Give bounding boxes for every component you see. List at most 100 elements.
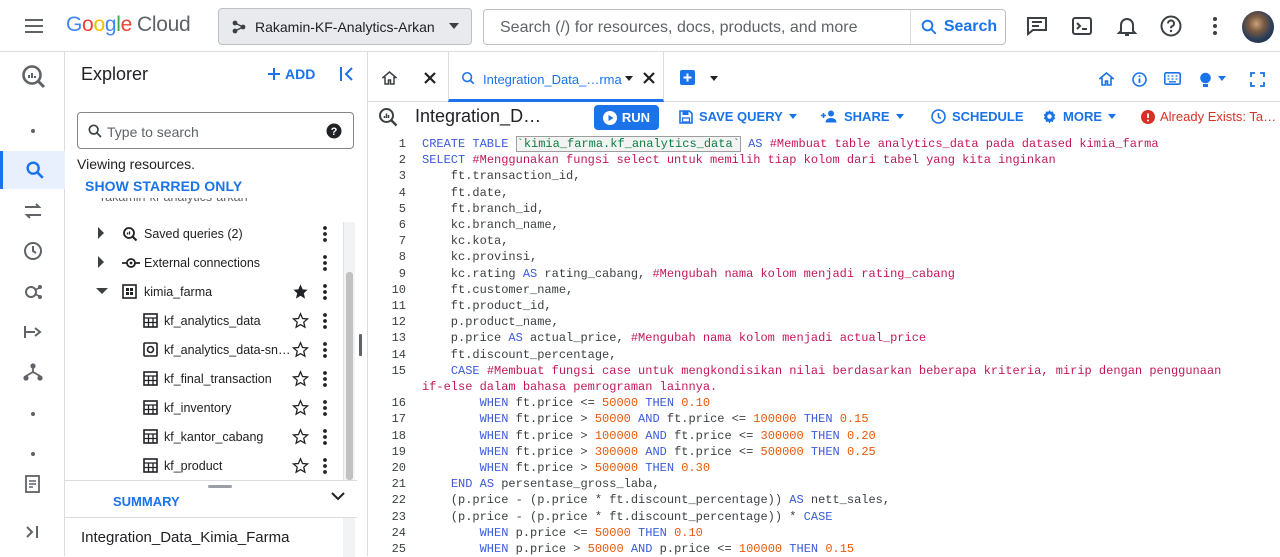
code-line[interactable]: 12 p.product_name, <box>368 314 1280 330</box>
run-button[interactable]: RUN <box>594 105 659 130</box>
analytics-hub-icon[interactable] <box>21 280 45 304</box>
tree-row-table[interactable]: kf_final_transaction <box>65 364 345 393</box>
code-line[interactable]: 18 WHEN ft.price > 100000 AND ft.price <… <box>368 428 1280 444</box>
star-filled-icon[interactable] <box>292 283 309 300</box>
add-button[interactable]: ADD <box>267 66 315 82</box>
help-icon[interactable] <box>1159 14 1183 38</box>
code-line[interactable]: 1 CREATE TABLE `kimia_farma.kf_analytics_… <box>368 136 1280 152</box>
tree-row-project[interactable]: rakamin-kf-analytics-arkan <box>65 198 345 211</box>
query-error-status[interactable]: Already Exists: Ta… <box>1141 109 1276 124</box>
drag-handle[interactable] <box>208 485 232 488</box>
star-outline-icon[interactable] <box>292 312 309 329</box>
star-outline-icon[interactable] <box>292 457 309 474</box>
code-line[interactable]: 9 kc.rating AS rating_cabang, #Mengubah … <box>368 266 1280 282</box>
pipeline-icon[interactable] <box>21 320 45 344</box>
tree-row-table[interactable]: kf_inventory <box>65 393 345 422</box>
star-outline-icon[interactable] <box>292 341 309 358</box>
info-icon[interactable] <box>1132 72 1147 87</box>
expand-icon[interactable] <box>21 520 45 544</box>
close-icon[interactable] <box>424 72 436 84</box>
more-vert-icon[interactable] <box>321 399 329 417</box>
notes-icon[interactable] <box>21 472 45 496</box>
save-query-button[interactable]: SAVE QUERY <box>679 109 797 124</box>
fullscreen-icon[interactable] <box>1250 72 1265 87</box>
sql-editor[interactable]: 1 CREATE TABLE `kimia_farma.kf_analytics_… <box>368 134 1280 556</box>
terminal-icon[interactable] <box>1070 14 1094 38</box>
star-outline-icon[interactable] <box>292 370 309 387</box>
transfer-icon[interactable] <box>21 199 45 223</box>
project-selector[interactable]: Rakamin-KF-Analytics-Arkan <box>218 8 472 45</box>
avatar[interactable] <box>1242 11 1274 43</box>
code-line[interactable]: 6 kc.branch_name, <box>368 217 1280 233</box>
chevron-down-icon[interactable] <box>625 76 633 81</box>
more-vert-icon[interactable] <box>321 312 329 330</box>
chevron-down-icon[interactable] <box>96 287 108 295</box>
star-outline-icon[interactable] <box>292 399 309 416</box>
tab-query[interactable]: Integration_Data_…rma <box>448 52 664 102</box>
search-button[interactable]: Search <box>910 10 1006 44</box>
code-line[interactable]: 14 ft.discount_percentage, <box>368 347 1280 363</box>
code-line[interactable]: if-else dalam bahasa pemrograman lainnya… <box>368 379 1280 395</box>
bigquery-logo-icon[interactable] <box>21 64 46 89</box>
home-icon[interactable] <box>382 71 397 85</box>
graph-icon[interactable] <box>21 360 45 384</box>
more-vert-icon[interactable] <box>321 225 329 243</box>
more-button[interactable]: MORE <box>1042 109 1116 124</box>
code-line[interactable]: 23 (p.price - (p.price * ft.discount_per… <box>368 509 1280 525</box>
more-vert-icon[interactable] <box>321 341 329 359</box>
keyboard-icon[interactable] <box>1164 72 1181 85</box>
code-line[interactable]: 3 ft.transaction_id, <box>368 168 1280 184</box>
code-line[interactable]: 7 kc.kota, <box>368 233 1280 249</box>
bell-icon[interactable] <box>1115 14 1139 38</box>
code-line[interactable]: 22 (p.price - (p.price * ft.discount_per… <box>368 492 1280 508</box>
chevron-down-icon[interactable] <box>331 492 345 501</box>
code-line[interactable]: 16 WHEN ft.price <= 50000 THEN 0.10 <box>368 395 1280 411</box>
collapse-panel-icon[interactable] <box>337 64 357 84</box>
more-vert-icon[interactable] <box>321 457 329 475</box>
explorer-search-input[interactable]: Type to search <box>107 124 199 140</box>
code-line[interactable]: 13 p.price AS actual_price, #Mengubah na… <box>368 330 1280 346</box>
code-line[interactable]: 24 WHEN p.price <= 50000 THEN 0.10 <box>368 525 1280 541</box>
help-icon[interactable]: ? <box>326 123 342 139</box>
code-line[interactable]: 2 SELECT #Menggunakan fungsi select untuk… <box>368 152 1280 168</box>
chevron-right-icon[interactable] <box>97 256 105 268</box>
tree-scrollbar[interactable] <box>343 222 355 480</box>
more-vert-icon[interactable] <box>321 370 329 388</box>
search-input[interactable]: Search (/) for resources, docs, products… <box>500 19 857 37</box>
show-starred-toggle[interactable]: SHOW STARRED ONLY <box>85 178 242 194</box>
code-line[interactable]: 25 WHEN p.price > 50000 AND p.price <= 1… <box>368 541 1280 556</box>
more-vert-icon[interactable] <box>1203 14 1227 38</box>
tree-row-table[interactable]: kf_analytics_data-sn… <box>65 335 345 364</box>
more-vert-icon[interactable] <box>321 254 329 272</box>
code-line[interactable]: 20 WHEN ft.price > 500000 THEN 0.30 <box>368 460 1280 476</box>
chevron-down-icon[interactable] <box>710 76 718 81</box>
tree-row-saved-queries[interactable]: Saved queries (2) <box>65 219 345 248</box>
tree-row-dataset[interactable]: kimia_farma <box>65 277 345 306</box>
summary-scrollbar[interactable] <box>343 518 355 557</box>
tree-row-table[interactable]: kf_kantor_cabang <box>65 422 345 451</box>
global-search[interactable]: Search (/) for resources, docs, products… <box>483 9 1006 45</box>
history-icon[interactable] <box>21 239 45 263</box>
more-vert-icon[interactable] <box>321 283 329 301</box>
code-line[interactable]: 21 END AS persentase_gross_laba, <box>368 476 1280 492</box>
schedule-button[interactable]: SCHEDULE <box>931 109 1024 124</box>
google-cloud-logo[interactable]: Google Cloud <box>66 13 191 37</box>
chevron-right-icon[interactable] <box>97 227 105 239</box>
home-icon[interactable] <box>1099 72 1114 86</box>
nav-item-search[interactable] <box>0 151 65 189</box>
tree-row-table[interactable]: kf_product <box>65 451 345 480</box>
panel-resize-handle[interactable] <box>359 334 362 356</box>
menu-icon[interactable] <box>22 14 46 38</box>
tree-row-table[interactable]: kf_analytics_data <box>65 306 345 335</box>
code-line[interactable]: 8 kc.provinsi, <box>368 249 1280 265</box>
code-line[interactable]: 19 WHEN ft.price > 300000 AND ft.price <… <box>368 444 1280 460</box>
code-line[interactable]: 10 ft.customer_name, <box>368 282 1280 298</box>
star-outline-icon[interactable] <box>292 428 309 445</box>
code-line[interactable]: 15 CASE #Membuat fungsi case untuk mengk… <box>368 363 1280 379</box>
code-line[interactable]: 4 ft.date, <box>368 185 1280 201</box>
new-tab-icon[interactable] <box>680 70 695 85</box>
summary-header[interactable]: SUMMARY <box>65 480 357 517</box>
close-icon[interactable] <box>643 72 655 84</box>
code-line[interactable]: 11 ft.product_id, <box>368 298 1280 314</box>
chevron-down-icon[interactable] <box>1218 76 1226 81</box>
